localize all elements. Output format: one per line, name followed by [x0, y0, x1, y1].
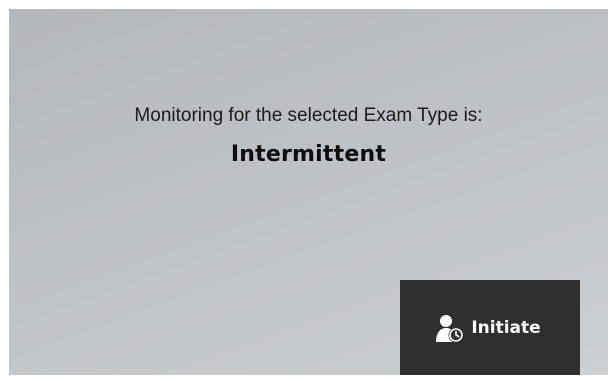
monitoring-message: Monitoring for the selected Exam Type is… — [134, 105, 483, 126]
user-clock-icon — [435, 313, 465, 343]
initiate-button-label: Initiate — [471, 317, 541, 338]
monitoring-mode-value: Intermittent — [230, 142, 387, 167]
initiate-button[interactable]: Initiate — [400, 280, 580, 375]
window-frame: Monitoring for the selected Exam Type is… — [0, 0, 615, 381]
monitoring-panel: Monitoring for the selected Exam Type is… — [9, 9, 608, 375]
